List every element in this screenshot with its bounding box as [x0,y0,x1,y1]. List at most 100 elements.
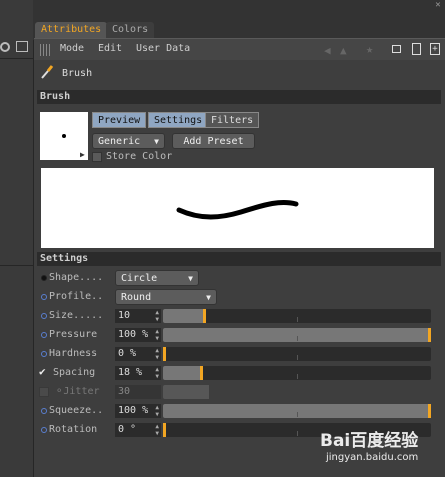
slider-fill [163,366,200,380]
star-icon[interactable]: ★ [366,42,373,56]
prop-spacing: ✔ Spacing 18 % ▲ ▼ [39,365,439,381]
preset-value: Generic [98,136,141,147]
store-color-checkbox[interactable] [92,152,102,162]
spacing-value: 18 % [118,367,143,378]
expand-arrow-icon[interactable]: ▶ [80,150,85,159]
squeeze-slider[interactable] [163,404,431,418]
keyframe-dot-icon[interactable] [41,427,47,433]
attributes-panel: Brush Brush ▶ Preview Settings Filters G… [34,60,445,477]
profile-dropdown[interactable]: Round ▼ [115,289,217,305]
size-value: 10 [118,310,131,321]
brush-dot [62,134,66,138]
slider-tick [297,412,298,417]
watermark-url: jingyan.baidu.com [326,452,419,463]
prop-shape: Shape.... Circle ▼ [39,270,439,286]
jitter-slider[interactable] [163,385,209,399]
profile-value: Round [121,292,152,303]
rotation-value: 0 ° [118,424,137,435]
prop-squeeze: Squeeze.. 100 % ▲ ▼ [39,403,439,419]
tab-filters[interactable]: Filters [205,112,260,128]
squeeze-field[interactable]: 100 % ▲ ▼ [115,404,161,418]
window-icon[interactable] [16,41,28,52]
section-header-settings: Settings [37,252,441,266]
slider-knob[interactable] [200,366,203,380]
rotation-field[interactable]: 0 ° ▲ ▼ [115,423,161,437]
back-arrow-icon[interactable]: ◀ [324,44,331,57]
slider-knob[interactable] [203,309,206,323]
slider-tick [297,431,298,436]
squeeze-value: 100 % [118,405,149,416]
pressure-field[interactable]: 100 % ▲ ▼ [115,328,161,342]
spinner-icon[interactable]: ▲ ▼ [155,309,159,323]
settings-icon[interactable] [412,43,421,55]
section-header-brush: Brush [37,90,441,104]
tab-settings[interactable]: Settings [148,112,209,128]
jitter-text: Jitter [63,386,100,397]
slider-fill [163,404,428,418]
jitter-checkbox[interactable] [39,387,49,397]
keyframe-dot-icon[interactable] [41,332,47,338]
spinner-icon[interactable]: ▲ ▼ [155,423,159,437]
new-panel-icon[interactable]: + [430,43,440,55]
close-icon[interactable]: ✕ [433,0,443,10]
grip-icon [40,44,52,56]
squeeze-label: Squeeze.. [49,405,104,416]
slider-knob[interactable] [428,404,431,418]
tab-preview[interactable]: Preview [92,112,147,128]
spacing-field[interactable]: 18 % ▲ ▼ [115,366,161,380]
slider-knob[interactable] [163,347,166,361]
spinner-icon[interactable]: ▲ ▼ [155,347,159,361]
spinner-icon[interactable]: ▲ ▼ [155,328,159,342]
slider-tick [297,336,298,341]
chevron-down-icon: ▼ [188,274,193,283]
menu-user-data[interactable]: User Data [136,43,190,54]
watermark-brand: Bai百度经验 [320,431,419,451]
store-color-label: Store Color [106,151,173,162]
pressure-label: Pressure [49,329,98,340]
slider-knob[interactable] [428,328,431,342]
keyframe-dot-icon[interactable] [41,313,47,319]
spinner-icon[interactable]: ▲ ▼ [155,404,159,418]
checkmark-icon[interactable]: ✔ [39,365,46,378]
prop-size: Size..... 10 ▲ ▼ [39,308,439,324]
slider-tick [297,374,298,379]
stroke-preview-svg [176,199,299,220]
slider-tick [297,317,298,322]
size-slider[interactable] [163,309,431,323]
spinner-icon[interactable]: ▲ ▼ [155,366,159,380]
prop-pressure: Pressure 100 % ▲ ▼ [39,327,439,343]
spacing-slider[interactable] [163,366,431,380]
baidu-watermark: Bai百度经验 jingyan.baidu.com [310,424,440,474]
size-field[interactable]: 10 ▲ ▼ [115,309,161,323]
tab-attributes[interactable]: Attributes [35,22,108,38]
rotation-label: Rotation [49,424,98,435]
hardness-label: Hardness [49,348,98,359]
menu-mode[interactable]: Mode [60,43,84,54]
jitter-field[interactable]: 30 [115,385,161,399]
pressure-slider[interactable] [163,328,431,342]
tab-colors[interactable]: Colors [106,22,155,38]
preset-dropdown[interactable]: Generic ▼ [92,133,165,149]
sync-icon[interactable] [0,42,10,52]
chevron-down-icon: ▼ [154,137,159,146]
pressure-value: 100 % [118,329,149,340]
spacing-label: Spacing [53,367,96,378]
jitter-label: ⚬Jitter [55,386,100,397]
keyframe-dot-icon[interactable] [41,351,47,357]
object-name: Brush [62,68,93,79]
slider-fill [163,309,203,323]
keyframe-dot-icon[interactable] [41,275,47,281]
hardness-slider[interactable] [163,347,431,361]
forward-arrow-icon[interactable]: ▲ [340,44,347,57]
keyframe-dot-icon[interactable] [41,408,47,414]
keyframe-dot-icon[interactable] [41,294,47,300]
menu-edit[interactable]: Edit [98,43,122,54]
brush-thumbnail: ▶ [40,112,88,160]
slider-knob[interactable] [163,423,166,437]
slider-fill [163,385,209,399]
add-preset-button[interactable]: Add Preset [172,133,255,149]
prop-profile: Profile.. Round ▼ [39,289,439,305]
hardness-field[interactable]: 0 % ▲ ▼ [115,347,161,361]
shape-dropdown[interactable]: Circle ▼ [115,270,199,286]
lock-icon[interactable] [392,45,401,53]
